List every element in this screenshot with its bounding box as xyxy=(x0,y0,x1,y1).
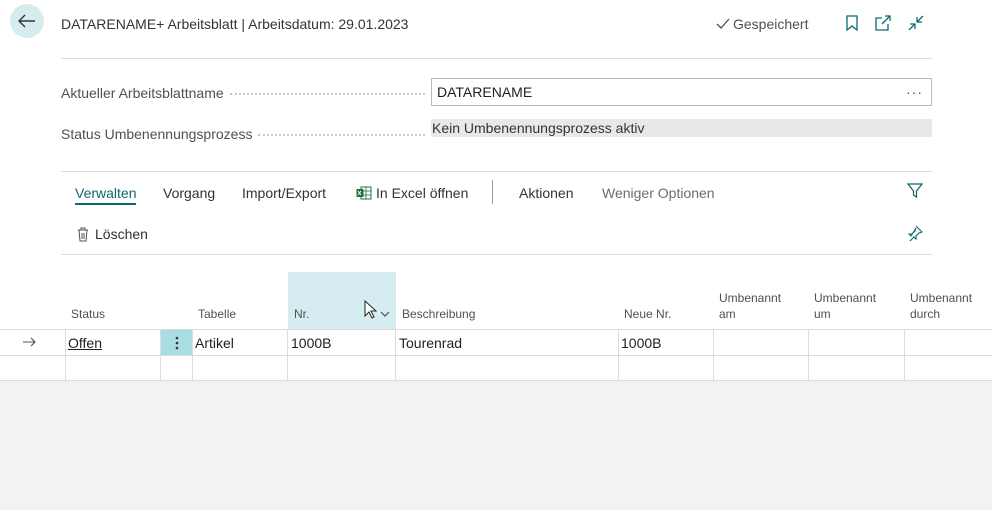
filter-button[interactable] xyxy=(906,182,924,200)
grid-col-line xyxy=(395,329,396,381)
row-table-cell[interactable]: Artikel xyxy=(192,330,287,355)
assist-edit-button[interactable]: ··· xyxy=(906,84,923,100)
pin-button[interactable] xyxy=(906,224,924,242)
column-header-status[interactable]: Status xyxy=(65,272,161,329)
worksheet-name-input[interactable]: DATARENAME ··· xyxy=(431,78,932,106)
fewer-options-button[interactable]: Weniger Optionen xyxy=(602,185,715,201)
grid-col-line xyxy=(65,329,66,381)
open-new-window-button[interactable] xyxy=(874,14,892,32)
bookmark-icon xyxy=(846,15,858,31)
mouse-cursor-icon xyxy=(364,300,377,319)
row-new-no-cell[interactable]: 1000B xyxy=(618,330,712,355)
open-in-new-icon xyxy=(875,15,891,31)
column-header-new-no[interactable]: Neue Nr. xyxy=(618,272,713,329)
row-renamed-on-cell[interactable] xyxy=(713,330,807,355)
worksheet-name-value: DATARENAME xyxy=(437,84,533,100)
action-separator xyxy=(492,180,493,204)
grid-col-line xyxy=(160,329,161,381)
grid-col-line xyxy=(808,329,809,381)
saved-status: Gespeichert xyxy=(716,16,808,32)
arrow-left-icon xyxy=(18,14,35,28)
grid-col-line xyxy=(287,329,288,381)
row-actions-button[interactable] xyxy=(161,330,192,355)
back-button[interactable] xyxy=(10,4,44,38)
collapse-button[interactable] xyxy=(907,14,925,32)
tab-process[interactable]: Vorgang xyxy=(163,185,215,201)
grid-col-line xyxy=(904,329,905,381)
actions-menu[interactable]: Aktionen xyxy=(519,185,573,201)
row-renamed-at-cell[interactable] xyxy=(808,330,903,355)
row-renamed-by-cell[interactable] xyxy=(904,330,992,355)
column-header-description[interactable]: Beschreibung xyxy=(396,272,618,329)
open-in-excel-button[interactable]: In Excel öffnen xyxy=(356,185,468,201)
chevron-down-icon[interactable] xyxy=(380,310,390,318)
grid-col-line xyxy=(618,329,619,381)
worksheet-name-label: Aktueller Arbeitsblattname xyxy=(61,85,429,101)
grid-col-line xyxy=(713,329,714,381)
row-description-cell[interactable]: Tourenrad xyxy=(396,330,617,355)
delete-button[interactable]: Löschen xyxy=(77,226,148,242)
collapse-icon xyxy=(908,15,924,31)
column-header-table[interactable]: Tabelle xyxy=(192,272,288,329)
rename-status-value: Kein Umbenennungsprozess aktiv xyxy=(431,119,932,137)
column-header-no[interactable]: Nr. xyxy=(288,272,396,329)
row-no-cell[interactable]: 1000B xyxy=(288,330,395,355)
row-arrow-right-icon xyxy=(23,337,36,347)
check-icon xyxy=(716,18,730,29)
column-header-renamed-at[interactable]: Umbenannt um xyxy=(808,272,904,329)
saved-label: Gespeichert xyxy=(733,16,809,32)
grid-col-line xyxy=(192,329,193,381)
header-divider xyxy=(61,58,932,59)
bookmark-button[interactable] xyxy=(843,14,861,32)
rename-status-label: Status Umbenennungsprozess xyxy=(61,126,429,142)
actions-divider xyxy=(61,254,932,255)
column-header-renamed-on[interactable]: Umbenannt am xyxy=(713,272,808,329)
filter-icon xyxy=(907,183,923,199)
empty-table-row[interactable] xyxy=(65,356,992,380)
tab-import-export[interactable]: Import/Export xyxy=(242,185,326,201)
tab-manage[interactable]: Verwalten xyxy=(75,185,137,205)
trash-icon xyxy=(78,227,88,241)
row-status-link[interactable]: Offen xyxy=(65,330,160,355)
pin-icon xyxy=(907,225,923,241)
column-header-renamed-by[interactable]: Umbenannt durch xyxy=(904,272,992,329)
more-vertical-icon xyxy=(175,336,178,349)
fields-divider xyxy=(61,171,932,172)
excel-icon xyxy=(356,186,372,200)
page-title: DATARENAME+ Arbeitsblatt | Arbeitsdatum:… xyxy=(61,16,409,32)
grid-empty-area xyxy=(0,381,992,510)
